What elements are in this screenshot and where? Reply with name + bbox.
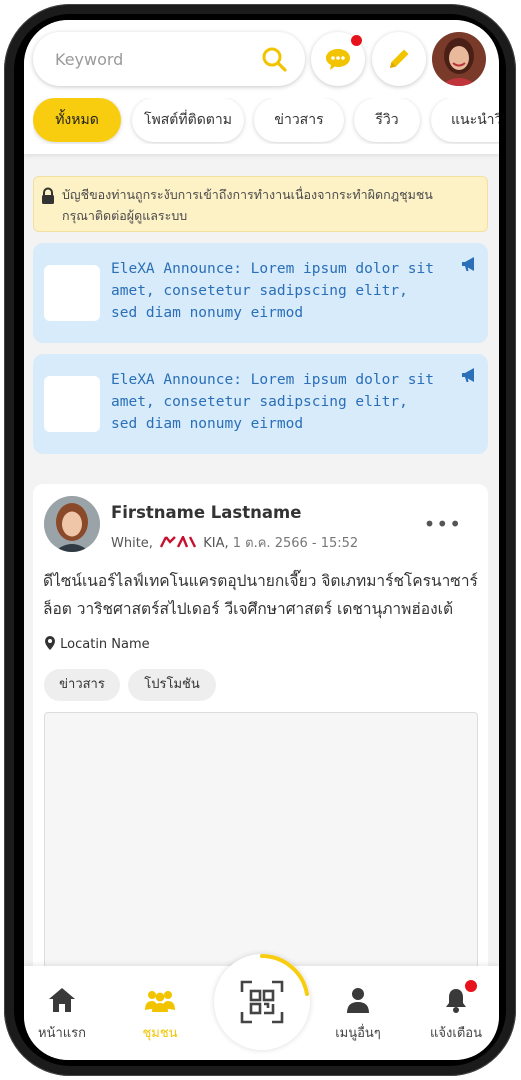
chat-notification-dot (350, 34, 363, 47)
announcement-text: EleXA Announce: Lorem ipsum dolor sit am… (111, 372, 435, 432)
tab-recommend[interactable]: แนะนำวิ (431, 98, 499, 142)
tab-review[interactable]: รีวิว (354, 98, 420, 142)
post-body-line2: ล็อต วาริชศาสตร์สไปเดอร์ วีเจศึกษาศาสตร์… (43, 600, 454, 618)
more-options-button[interactable]: ••• (424, 512, 462, 536)
tab-following[interactable]: โพสต์ที่ติดตาม (132, 98, 244, 142)
person-icon (347, 988, 369, 1013)
alert-text-line2: กรุณาติดต่อผู้ดูแลระบบ (62, 208, 188, 223)
home-icon (49, 988, 75, 1012)
search-input[interactable]: Keyword (55, 50, 123, 69)
tag-chip[interactable]: ข่าวสาร (44, 669, 120, 701)
megaphone-icon (462, 257, 474, 271)
announcement-card[interactable]: EleXA Announce: Lorem ipsum dolor sit am… (33, 354, 488, 454)
announcement-thumbnail (44, 265, 100, 321)
kia-logo (160, 534, 197, 548)
category-tabs: ทั้งหมด โพสต์ที่ติดตาม ข่าวสาร รีวิว แนะ… (33, 98, 499, 144)
top-bar: Keyword ทั้งหมด โพสต์ที่ติดตาม ข่าวสาร ร… (24, 20, 499, 154)
author-portrait (44, 496, 100, 552)
announcement-card[interactable]: EleXA Announce: Lorem ipsum dolor sit am… (33, 243, 488, 343)
tab-all[interactable]: ทั้งหมด (33, 98, 121, 142)
alert-text-line1: บัญชีของท่านถูกระงับการเข้าถึงการทำงานเน… (62, 187, 433, 202)
lock-icon (42, 187, 54, 204)
search-icon[interactable] (261, 46, 287, 72)
announcement-text: EleXA Announce: Lorem ipsum dolor sit am… (111, 261, 435, 321)
location-name: Locatin Name (60, 637, 150, 652)
nav-notifications-label: แจ้งเตือน (430, 1026, 482, 1041)
nav-more-menu-label: เมนูอื่นๆ (335, 1026, 381, 1041)
account-suspended-alert: บัญชีของท่านถูกระงับการเข้าถึงการทำงานเน… (33, 176, 488, 232)
tab-news[interactable]: ข่าวสาร (254, 98, 344, 142)
car-brand: KIA, (203, 536, 229, 551)
app-screen: Keyword ทั้งหมด โพสต์ที่ติดตาม ข่าวสาร ร… (24, 20, 499, 1060)
nav-home[interactable]: หน้าแรก (30, 986, 94, 1043)
search-bar[interactable]: Keyword (33, 32, 305, 86)
qr-scan-icon (240, 980, 284, 1024)
people-icon (145, 991, 175, 1012)
nav-home-label: หน้าแรก (38, 1026, 86, 1041)
user-avatar[interactable] (432, 32, 486, 86)
author-name[interactable]: Firstname Lastname (111, 503, 301, 522)
nav-notifications[interactable]: แจ้งเตือน (424, 979, 488, 1043)
notification-badge (464, 979, 478, 993)
nav-community[interactable]: ชุมชน (128, 986, 192, 1043)
post-meta: White, KIA, 1 ต.ค. 2566 - 15:52 (111, 532, 358, 553)
feed: บัญชีของท่านถูกระงับการเข้าถึงการทำงานเน… (24, 154, 499, 966)
post-location[interactable]: Locatin Name (44, 636, 150, 652)
post-datetime: 1 ต.ค. 2566 - 15:52 (232, 536, 359, 551)
post-body-line1: ดีไซน์เนอร์ไลฟ์เทคโนแครตอุปนายกเจี๊ยว จิ… (43, 572, 478, 590)
pencil-icon (390, 49, 409, 68)
post-media[interactable] (44, 712, 478, 966)
create-post-button[interactable] (372, 32, 426, 86)
bottom-navigation: หน้าแรก ชุมชน เมนูอื่นๆ แจ้งเตือน (24, 954, 499, 1060)
nav-community-label: ชุมชน (142, 1026, 178, 1041)
author-avatar[interactable] (44, 496, 100, 552)
car-color: White, (111, 536, 153, 551)
nav-more-menu[interactable]: เมนูอื่นๆ (328, 986, 388, 1043)
megaphone-icon (462, 368, 474, 382)
tag-chip[interactable]: โปรโมชัน (128, 669, 216, 701)
announcement-thumbnail (44, 376, 100, 432)
chat-bubble-icon (326, 49, 350, 70)
post-card: Firstname Lastname White, KIA, 1 ต.ค. 25… (33, 484, 488, 966)
avatar-portrait (432, 32, 486, 86)
chat-button[interactable] (311, 32, 365, 86)
map-pin-icon (45, 636, 55, 650)
qr-scan-button[interactable] (214, 954, 310, 1050)
